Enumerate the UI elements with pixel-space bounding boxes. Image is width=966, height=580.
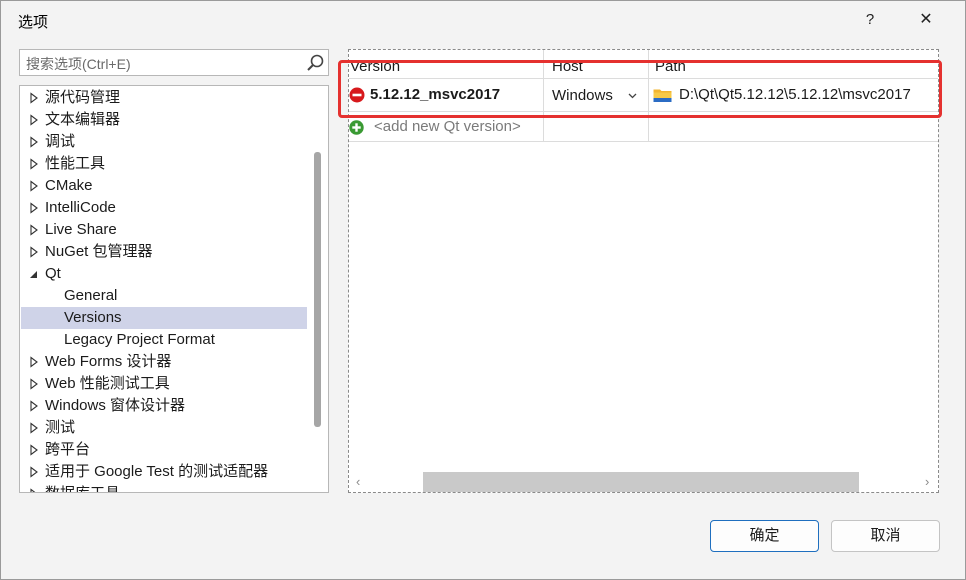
- tree-item[interactable]: 数据库工具: [21, 483, 307, 493]
- options-tree: 源代码管理文本编辑器调试性能工具 CMake IntelliCode Live Sha…: [19, 85, 329, 493]
- tree-item[interactable]: IntelliCode: [21, 197, 307, 219]
- row-divider: [349, 78, 938, 79]
- scroll-right-icon[interactable]: ›: [925, 474, 929, 489]
- horizontal-scrollbar-thumb[interactable]: [423, 472, 859, 492]
- path-cell[interactable]: D:\Qt\Qt5.12.12\5.12.12\msvc2017: [679, 84, 911, 106]
- tree-item[interactable]: CMake: [21, 175, 307, 197]
- tree-item-label: 跨平台: [45, 441, 91, 458]
- tree-item-label: Versions: [64, 309, 122, 326]
- column-header-version[interactable]: Version: [350, 56, 400, 78]
- collapsed-arrow-icon[interactable]: [28, 351, 40, 373]
- collapsed-arrow-icon[interactable]: [28, 417, 40, 439]
- column-divider: [648, 50, 649, 142]
- row-divider: [349, 111, 938, 112]
- version-name-cell[interactable]: 5.12.12_msvc2017: [370, 84, 500, 106]
- cancel-button[interactable]: 取消: [831, 520, 940, 552]
- tree-item-label: Web 性能测试工具: [45, 375, 170, 392]
- search-input[interactable]: [24, 53, 298, 75]
- collapsed-arrow-icon[interactable]: [28, 439, 40, 461]
- window-title: 选项: [18, 14, 49, 31]
- tree-item[interactable]: Web Forms 设计器: [21, 351, 307, 373]
- tree-item[interactable]: Qt: [21, 263, 307, 285]
- tree-item[interactable]: 适用于 Google Test 的测试适配器: [21, 461, 307, 483]
- collapsed-arrow-icon[interactable]: [28, 131, 40, 153]
- tree-item[interactable]: Versions: [21, 307, 307, 329]
- tree-item-label: Windows 窗体设计器: [45, 397, 186, 414]
- tree-item[interactable]: NuGet 包管理器: [21, 241, 307, 263]
- collapsed-arrow-icon[interactable]: [28, 153, 40, 175]
- tree-item[interactable]: 调试: [21, 131, 307, 153]
- tree-item[interactable]: 源代码管理: [21, 87, 307, 109]
- folder-icon[interactable]: [653, 87, 672, 103]
- tree-item[interactable]: 文本编辑器: [21, 109, 307, 131]
- ok-button[interactable]: 确定: [710, 520, 819, 552]
- tree-item[interactable]: Windows 窗体设计器: [21, 395, 307, 417]
- versions-panel: Version Host Path 5.12.12_msvc2017 Windo…: [348, 49, 939, 493]
- tree-item-label: 性能工具: [45, 155, 106, 172]
- chevron-down-icon: [628, 93, 637, 99]
- tree-item[interactable]: 跨平台: [21, 439, 307, 461]
- close-button[interactable]: ✕: [911, 7, 941, 33]
- tree-item[interactable]: General: [21, 285, 307, 307]
- collapsed-arrow-icon[interactable]: [28, 241, 40, 263]
- tree-item-label: 测试: [45, 419, 76, 436]
- collapsed-arrow-icon[interactable]: [28, 109, 40, 131]
- tree-scrollbar-thumb[interactable]: [314, 152, 321, 427]
- search-box: [19, 49, 329, 76]
- collapsed-arrow-icon[interactable]: [28, 219, 40, 241]
- add-new-version-cell[interactable]: <add new Qt version>: [374, 116, 521, 138]
- tree-item-label: 数据库工具: [45, 483, 120, 492]
- tree-item-label: CMake: [45, 177, 93, 194]
- collapsed-arrow-icon[interactable]: [28, 175, 40, 197]
- tree-item-label: Web Forms 设计器: [45, 353, 172, 370]
- expanded-arrow-icon[interactable]: [28, 263, 40, 285]
- tree-item-label: 源代码管理: [45, 89, 121, 106]
- row-divider: [349, 141, 938, 142]
- host-dropdown[interactable]: Windows: [545, 84, 645, 108]
- tree-item-label: 适用于 Google Test 的测试适配器: [45, 463, 269, 480]
- tree-item[interactable]: Web 性能测试工具: [21, 373, 307, 395]
- tree-item-label: Qt: [45, 265, 61, 282]
- add-icon[interactable]: [349, 120, 364, 135]
- help-button[interactable]: ?: [857, 7, 883, 33]
- remove-icon[interactable]: [349, 87, 365, 103]
- search-icon[interactable]: [305, 53, 325, 73]
- collapsed-arrow-icon[interactable]: [28, 461, 40, 483]
- column-divider: [543, 50, 544, 142]
- tree-item[interactable]: Legacy Project Format: [21, 329, 307, 351]
- options-dialog: 选项 ? ✕ 源代码管理文本编辑器调试性能工具 CMake IntelliCode L…: [0, 0, 966, 580]
- tree-item[interactable]: 测试: [21, 417, 307, 439]
- collapsed-arrow-icon[interactable]: [28, 373, 40, 395]
- collapsed-arrow-icon[interactable]: [28, 197, 40, 219]
- tree-item-label: IntelliCode: [45, 199, 116, 216]
- tree-item[interactable]: 性能工具: [21, 153, 307, 175]
- scroll-left-icon[interactable]: ‹: [356, 474, 360, 489]
- column-header-host[interactable]: Host: [552, 56, 583, 78]
- collapsed-arrow-icon[interactable]: [28, 483, 40, 493]
- tree-item-label: General: [64, 287, 118, 304]
- column-header-path[interactable]: Path: [655, 56, 686, 78]
- collapsed-arrow-icon[interactable]: [28, 395, 40, 417]
- tree-item-label: NuGet 包管理器: [45, 243, 153, 260]
- tree-item[interactable]: Live Share: [21, 219, 307, 241]
- collapsed-arrow-icon[interactable]: [28, 87, 40, 109]
- tree-item-label: Live Share: [45, 221, 117, 238]
- tree-item-label: 文本编辑器: [45, 111, 121, 128]
- tree-item-label: 调试: [45, 133, 76, 150]
- host-value: Windows: [552, 87, 613, 104]
- title-bar: 选项 ? ✕: [1, 1, 965, 39]
- tree-item-label: Legacy Project Format: [64, 331, 215, 348]
